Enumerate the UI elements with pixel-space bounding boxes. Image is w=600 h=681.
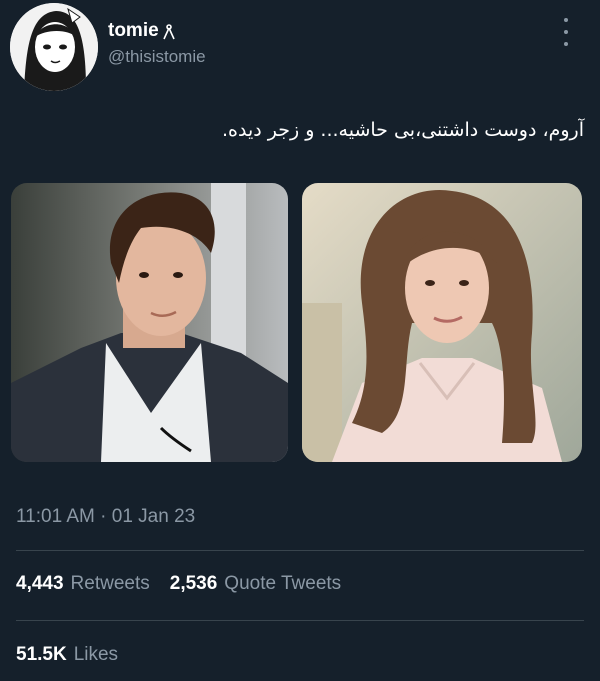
more-options-icon[interactable]: [556, 18, 576, 46]
retweets-stat[interactable]: 4,443 Retweets: [16, 573, 150, 595]
tweet-stats: 4,443 Retweets 2,536 Quote Tweets: [16, 573, 341, 595]
avatar[interactable]: [10, 3, 98, 91]
photo-man[interactable]: [11, 183, 288, 462]
display-name[interactable]: tomie: [108, 20, 159, 42]
tweet-timestamp[interactable]: 11:01 AM · 01 Jan 23: [16, 506, 195, 528]
likes-label: Likes: [73, 644, 119, 665]
retweets-label: Retweets: [70, 573, 150, 594]
quote-tweets-stat[interactable]: 2,536 Quote Tweets: [170, 573, 341, 595]
divider: [16, 550, 584, 551]
divider: [16, 620, 584, 621]
retweets-count: 4,443: [16, 573, 64, 594]
photo-woman[interactable]: [302, 183, 582, 462]
likes-stat[interactable]: 51.5K Likes: [16, 644, 118, 666]
author-name-row[interactable]: tomie: [108, 20, 177, 42]
likes-count: 51.5K: [16, 644, 67, 665]
quote-tweets-count: 2,536: [169, 573, 218, 594]
author-handle[interactable]: @thisistomie: [108, 47, 206, 67]
tweet-text: آروم، دوست داشتنی،بی حاشیه... و زجر دیده…: [222, 119, 584, 141]
profile-avatar-icon: [10, 3, 98, 91]
bow-icon: [161, 21, 177, 41]
quote-tweets-label: Quote Tweets: [224, 573, 342, 594]
